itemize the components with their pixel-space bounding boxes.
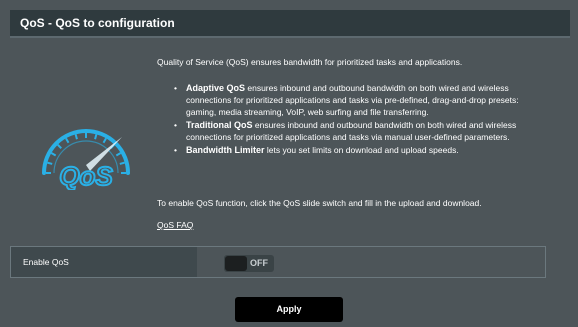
- gauge-tick: [115, 152, 122, 157]
- enable-instructions: To enable QoS function, click the QoS sl…: [157, 198, 482, 208]
- gauge-tick: [57, 144, 62, 149]
- feature-adaptive-qos: • Adaptive QoS ensures inbound and outbo…: [172, 82, 550, 118]
- bullet-icon: •: [174, 120, 177, 130]
- apply-button[interactable]: Apply: [235, 297, 343, 322]
- bullet-icon: •: [174, 83, 177, 93]
- gauge-tick: [102, 137, 107, 144]
- gauge-tick: [50, 152, 57, 157]
- enable-qos-row: Enable QoS OFF: [10, 246, 546, 278]
- feature-traditional-qos: • Traditional QoS ensures inbound and ou…: [172, 119, 550, 143]
- enable-qos-label: Enable QoS: [23, 257, 69, 267]
- feature-bandwidth-limiter: • Bandwidth Limiter lets you set limits …: [172, 144, 550, 156]
- feature-name: Adaptive QoS: [186, 83, 246, 93]
- gauge-tick: [119, 161, 125, 165]
- setting-label-cell: Enable QoS: [11, 247, 197, 277]
- toggle-knob: [225, 256, 247, 271]
- qos-intro-text: Quality of Service (QoS) ensures bandwid…: [157, 57, 463, 67]
- qos-page: QoS - QoS to configuration QoS Quality o…: [0, 0, 578, 327]
- bullet-icon: •: [174, 145, 177, 155]
- logo-text: QoS: [59, 161, 113, 190]
- qos-feature-list: • Adaptive QoS ensures inbound and outbo…: [172, 82, 550, 157]
- title-divider: [10, 36, 570, 38]
- enable-qos-toggle[interactable]: OFF: [224, 255, 274, 272]
- qos-faq-link[interactable]: QoS FAQ: [157, 220, 193, 230]
- feature-name: Traditional QoS: [186, 120, 253, 130]
- speedometer-qos-icon: QoS: [42, 129, 130, 190]
- gauge-tick: [47, 161, 53, 165]
- page-title: QoS - QoS to configuration: [20, 16, 175, 30]
- feature-text: lets you set limits on download and uplo…: [264, 145, 459, 155]
- feature-name: Bandwidth Limiter: [186, 145, 265, 155]
- toggle-state-text: OFF: [250, 258, 268, 268]
- gauge-tick: [94, 134, 98, 140]
- title-bar: QoS - QoS to configuration: [10, 10, 570, 36]
- gauge-tick: [65, 137, 70, 144]
- gauge-tick: [74, 134, 78, 140]
